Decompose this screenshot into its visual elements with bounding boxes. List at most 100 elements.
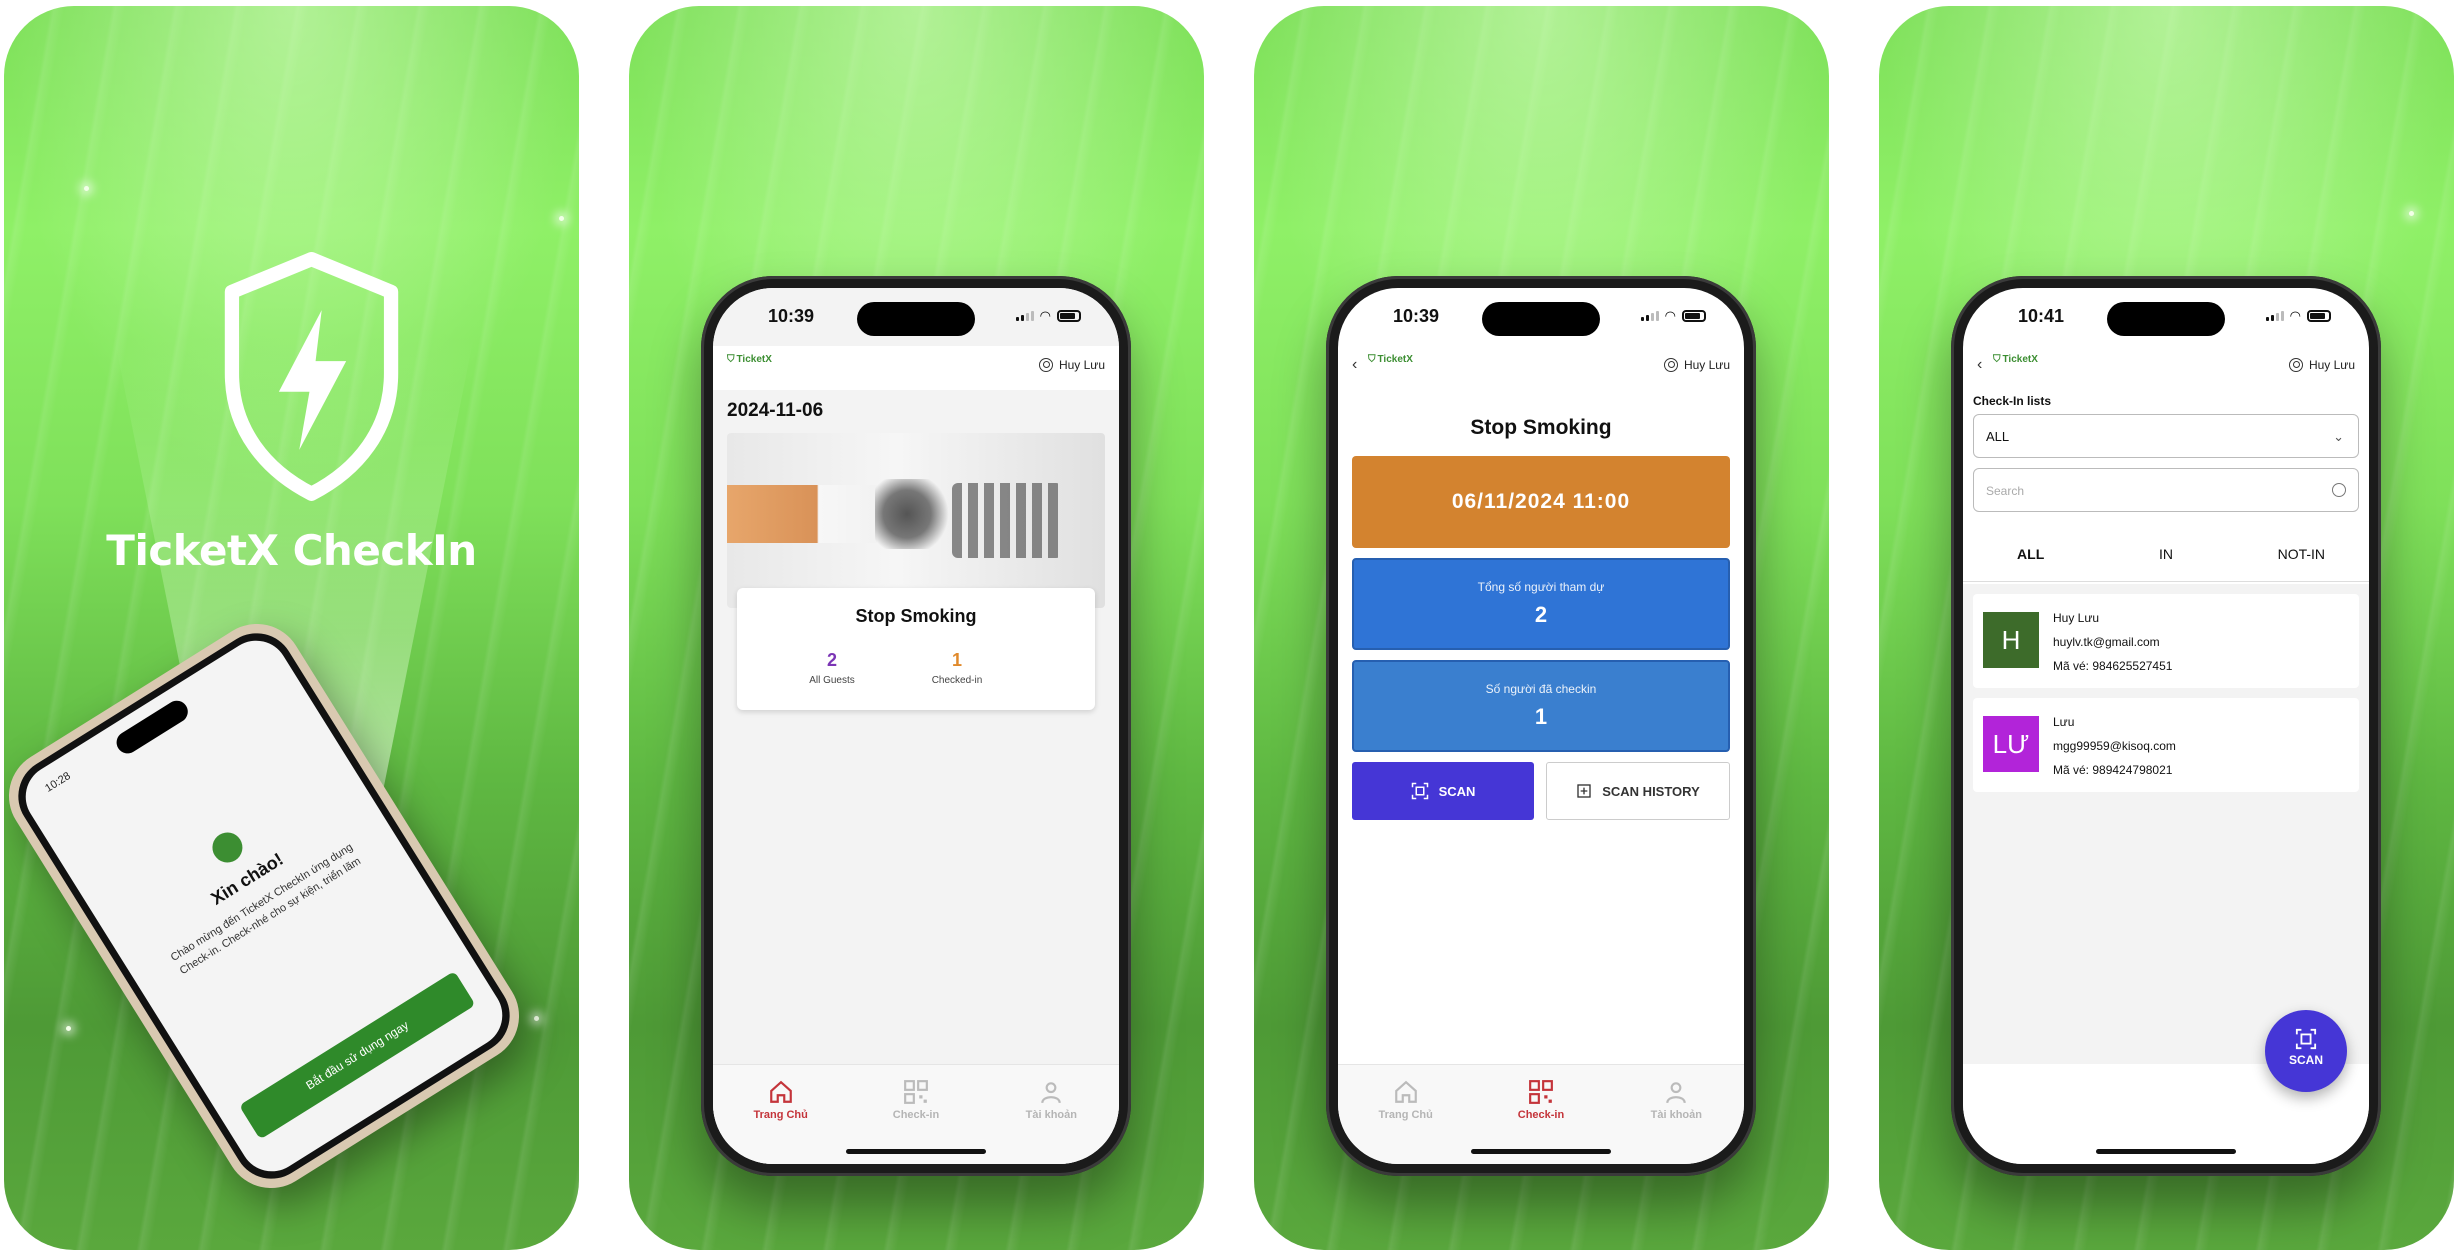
filter-all[interactable]: ALL <box>1963 526 2098 581</box>
event-title: Stop Smoking <box>855 606 977 626</box>
shield-logo-icon: ⛉ <box>1368 354 1376 365</box>
guest-ticket: Mã vé: 989424798021 <box>2053 763 2173 777</box>
brand-logo[interactable]: ⛉ TicketX <box>1368 354 1413 365</box>
status-bar: 10:39 ◠ <box>713 288 1119 336</box>
guest-ticket: Mã vé: 984625527451 <box>2053 659 2173 673</box>
account-icon <box>1041 1082 1062 1104</box>
user-name: Huy Lưu <box>2308 358 2355 372</box>
phone-home: 10:39 ◠ ⛉ TicketX Huy Lưu 2024-11-06 Sto… <box>701 276 1131 1176</box>
promo-panel-home: 10:39 ◠ ⛉ TicketX Huy Lưu 2024-11-06 Sto… <box>629 6 1204 1250</box>
tilted-phone-time: 10:28 <box>43 770 73 795</box>
event-image <box>727 433 1105 608</box>
user-name: Huy Lưu <box>1058 358 1105 372</box>
home-indicator <box>846 1149 986 1154</box>
wifi-icon: ◠ <box>2289 308 2301 323</box>
history-plus-icon <box>1577 784 1591 798</box>
app-store-screenshots: TicketX CheckIn 10:28 Xin chào! Chào mừn… <box>0 0 2456 1256</box>
status-bar: 10:41 ◠ <box>1963 288 2369 336</box>
home-icon <box>1394 1080 1417 1103</box>
back-chevron-icon[interactable]: ‹ <box>1977 356 1982 374</box>
avatar: LƯ <box>1983 716 2039 772</box>
event-date: 2024-11-06 <box>727 400 824 421</box>
shield-logo-icon: ⛉ <box>727 354 735 365</box>
search-input[interactable]: Search <box>1973 468 2359 512</box>
user-menu[interactable]: Huy Lưu <box>1663 358 1730 372</box>
qr-code-icon <box>1529 1080 1553 1104</box>
status-time: 10:39 <box>768 306 815 326</box>
user-menu[interactable]: Huy Lưu <box>2288 358 2355 372</box>
battery-icon <box>2307 310 2331 322</box>
phone-checkin-list: 10:41 ◠ ‹ ⛉ TicketX Huy Lưu Check-In lis… <box>1951 276 2381 1176</box>
total-attendees-card: Tổng số người tham dự 2 <box>1352 558 1730 650</box>
user-icon <box>1663 358 1678 372</box>
signal-icon <box>1015 311 1034 321</box>
app-header: ‹ ⛉ TicketX Huy Lưu <box>1338 346 1744 390</box>
app-header: ‹ ⛉ TicketX Huy Lưu <box>1963 346 2369 390</box>
user-name: Huy Lưu <box>1683 358 1730 372</box>
bottom-tab-bar: Trang Chủ Check-in Tài khoản <box>713 1064 1119 1164</box>
event-datetime-banner: 06/11/2024 11:00 <box>1352 456 1730 548</box>
tab-account[interactable]: Tài khoản <box>984 1065 1119 1164</box>
shield-logo-icon <box>206 826 249 869</box>
list-item[interactable]: H Huy Lưu huylv.tk@gmail.com Mã vé: 9846… <box>1973 594 2359 688</box>
checked-in-card: Số người đã checkin 1 <box>1352 660 1730 752</box>
bottom-tab-bar: Trang Chủ Check-in Tài khoản <box>1338 1064 1744 1164</box>
search-icon <box>2332 483 2346 497</box>
user-menu[interactable]: Huy Lưu <box>1038 358 1105 372</box>
home-indicator <box>1471 1149 1611 1154</box>
signal-icon <box>1640 311 1659 321</box>
qr-code-icon <box>904 1080 928 1104</box>
tab-home[interactable]: Trang Chủ <box>713 1065 848 1164</box>
wifi-icon: ◠ <box>1039 308 1051 323</box>
filter-tabs: ALL IN NOT-IN <box>1963 526 2369 582</box>
total-attendees-value: 2 <box>1534 602 1548 627</box>
checked-in-label: Số người đã checkin <box>1485 682 1597 696</box>
event-card[interactable]: Stop Smoking 2 All Guests 1 Checked-in <box>727 433 1105 713</box>
total-attendees-label: Tổng số người tham dự <box>1477 580 1605 594</box>
battery-icon <box>1682 310 1706 322</box>
status-bar: 10:39 ◠ <box>1338 288 1744 336</box>
filter-in[interactable]: IN <box>2098 526 2233 581</box>
guest-name: Lưu <box>2053 715 2075 729</box>
checkin-list-select[interactable]: ALL ⌄ <box>1973 414 2359 458</box>
status-time: 10:41 <box>2018 306 2065 326</box>
app-title: TicketX CheckIn <box>106 526 477 575</box>
app-header: ⛉ TicketX Huy Lưu <box>713 346 1119 390</box>
signal-icon <box>2265 311 2284 321</box>
scan-button[interactable]: SCAN <box>1352 762 1534 820</box>
scan-fab-button[interactable]: SCAN <box>2265 1010 2347 1092</box>
tab-account[interactable]: Tài khoản <box>1609 1065 1744 1164</box>
filter-not-in[interactable]: NOT-IN <box>2234 526 2369 581</box>
guest-email: huylv.tk@gmail.com <box>2053 635 2160 649</box>
home-icon <box>769 1080 792 1103</box>
user-icon <box>1038 358 1053 372</box>
home-indicator <box>2096 1149 2236 1154</box>
tab-home[interactable]: Trang Chủ <box>1338 1065 1473 1164</box>
back-chevron-icon[interactable]: ‹ <box>1352 356 1357 374</box>
user-icon <box>2288 358 2303 372</box>
checkin-lists-label: Check-In lists <box>1973 394 2052 408</box>
shield-bolt-logo-icon <box>224 252 399 501</box>
guest-email: mgg99959@kisoq.com <box>2053 739 2176 753</box>
shield-logo-icon: ⛉ <box>1993 354 2001 365</box>
brand-logo[interactable]: ⛉ TicketX <box>1993 354 2038 365</box>
checked-in-value: 1 <box>1534 704 1548 729</box>
list-item[interactable]: LƯ Lưu mgg99959@kisoq.com Mã vé: 9894247… <box>1973 698 2359 792</box>
status-time: 10:39 <box>1393 306 1440 326</box>
scan-qr-icon <box>2295 1028 2317 1050</box>
guest-name: Huy Lưu <box>2053 611 2100 625</box>
event-title: Stop Smoking <box>1470 416 1612 439</box>
guest-list: H Huy Lưu huylv.tk@gmail.com Mã vé: 9846… <box>1963 584 2369 1064</box>
account-icon <box>1666 1082 1687 1104</box>
avatar: H <box>1983 612 2039 668</box>
battery-icon <box>1057 310 1081 322</box>
scan-qr-icon <box>1411 782 1428 800</box>
scan-history-button[interactable]: SCAN HISTORY <box>1546 762 1730 820</box>
promo-panel-event: 10:39 ◠ ‹ ⛉ TicketX Huy Lưu Stop Smoking… <box>1254 6 1829 1250</box>
wifi-icon: ◠ <box>1664 308 1676 323</box>
stat-all-guests: 2 All Guests <box>809 650 855 686</box>
brand-logo[interactable]: ⛉ TicketX <box>727 354 772 365</box>
promo-panel-intro: TicketX CheckIn 10:28 Xin chào! Chào mừn… <box>4 6 579 1250</box>
promo-panel-checkin-list: 10:41 ◠ ‹ ⛉ TicketX Huy Lưu Check-In lis… <box>1879 6 2454 1250</box>
chevron-down-icon: ⌄ <box>2333 429 2344 444</box>
